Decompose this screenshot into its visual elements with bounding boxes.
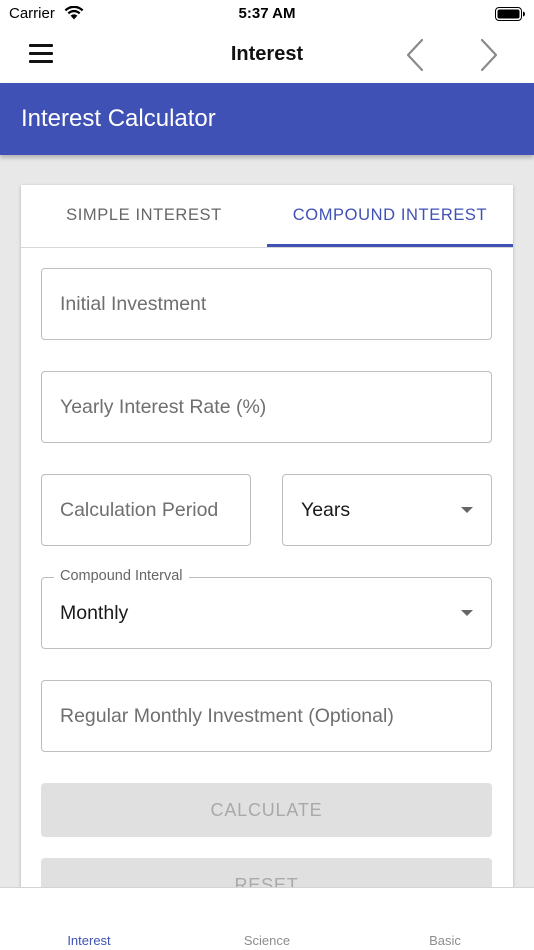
tab-simple-interest[interactable]: SIMPLE INTEREST xyxy=(21,185,267,248)
app-header: Interest Calculator xyxy=(0,83,534,155)
status-time: 5:37 AM xyxy=(238,5,296,22)
bottom-tab-basic[interactable]: Basic xyxy=(356,933,534,948)
content-area: SIMPLE INTEREST COMPOUND INTEREST Initia… xyxy=(0,155,534,887)
calculator-card: SIMPLE INTEREST COMPOUND INTEREST Initia… xyxy=(21,185,513,887)
battery-icon xyxy=(495,7,525,21)
active-tab-indicator xyxy=(267,244,513,247)
yearly-interest-rate-input[interactable]: Yearly Interest Rate (%) xyxy=(41,371,492,443)
compound-interval-select[interactable]: Compound Interval Monthly xyxy=(41,568,492,649)
chevron-left-icon[interactable] xyxy=(400,37,430,73)
dropdown-arrow-icon xyxy=(461,610,473,616)
calculation-period-input[interactable]: Calculation Period xyxy=(41,474,251,546)
navigation-bar: Interest xyxy=(0,28,534,83)
period-unit-select[interactable]: Years xyxy=(282,474,492,546)
initial-investment-input[interactable]: Initial Investment xyxy=(41,268,492,340)
tab-compound-interest[interactable]: COMPOUND INTEREST xyxy=(267,185,513,248)
dropdown-arrow-icon xyxy=(461,507,473,513)
monthly-investment-placeholder: Regular Monthly Investment (Optional) xyxy=(60,704,394,727)
monthly-investment-input[interactable]: Regular Monthly Investment (Optional) xyxy=(41,680,492,752)
period-unit-value: Years xyxy=(301,498,351,521)
tab-bar: SIMPLE INTEREST COMPOUND INTEREST xyxy=(21,185,513,248)
yearly-interest-rate-placeholder: Yearly Interest Rate (%) xyxy=(60,395,267,418)
compound-interval-value: Monthly xyxy=(60,601,129,624)
reset-button[interactable]: RESET xyxy=(41,858,492,887)
status-bar: Carrier 5:37 AM xyxy=(0,0,534,28)
chevron-right-icon[interactable] xyxy=(474,37,504,73)
calculate-button[interactable]: CALCULATE xyxy=(41,783,492,837)
bottom-tab-science[interactable]: Science xyxy=(178,933,356,948)
bottom-tab-bar: Interest Science Basic xyxy=(0,887,534,950)
bottom-tab-interest[interactable]: Interest xyxy=(0,933,178,948)
initial-investment-placeholder: Initial Investment xyxy=(60,292,207,315)
page-title: Interest Calculator xyxy=(21,105,216,132)
calculation-period-placeholder: Calculation Period xyxy=(60,498,219,521)
nav-title: Interest xyxy=(230,43,304,65)
